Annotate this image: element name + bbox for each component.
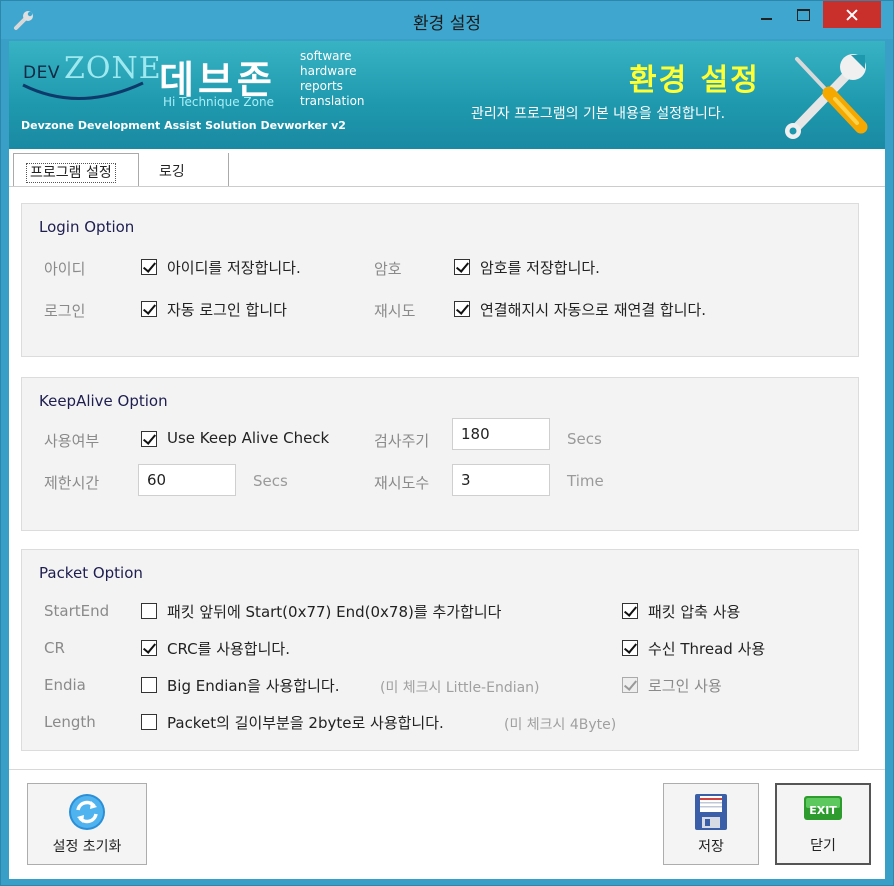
use-label: 사용여부 [44, 432, 100, 450]
floppy-disk-icon [695, 794, 727, 830]
save-password-label[interactable]: 암호를 저장합니다. [480, 257, 600, 278]
autologin-label: 로그인 [44, 302, 86, 320]
tab-divider [9, 186, 885, 187]
interval-label: 검사주기 [374, 432, 430, 450]
divider [9, 769, 885, 770]
login-use-checkbox [622, 677, 638, 693]
brand-footer: Devzone Development Assist Solution Devw… [21, 119, 346, 132]
cr-label: CR [44, 639, 65, 657]
save-password-checkbox[interactable] [454, 259, 470, 275]
group-title: Packet Option [39, 564, 143, 582]
reset-label: 설정 초기화 [52, 839, 122, 855]
tools-icon [785, 54, 868, 139]
auto-login-label[interactable]: 자동 로그인 합니다 [167, 299, 287, 320]
limit-label: 제한시간 [44, 474, 100, 492]
retry-count-input[interactable]: 3 [452, 464, 550, 496]
startend-check-label[interactable]: 패킷 앞뒤에 Start(0x77) End(0x78)를 추가합니다 [167, 601, 501, 622]
startend-label: StartEnd [44, 602, 110, 620]
receive-thread-label[interactable]: 수신 Thread 사용 [648, 638, 765, 659]
retry-label: 재시도 [374, 302, 416, 320]
close-window-button[interactable] [823, 1, 881, 28]
logo-dev: DEV [23, 63, 60, 83]
crc-label[interactable]: CRC를 사용합니다. [167, 638, 290, 659]
id-label: 아이디 [44, 260, 86, 278]
login-option-group: Login Option 아이디 아이디를 저장합니다. 암호 암호를 저장합니… [21, 203, 859, 357]
save-id-checkbox[interactable] [141, 259, 157, 275]
banner-description: 관리자 프로그램의 기본 내용을 설정합니다. [471, 106, 726, 122]
client-area: 프로그램 설정 로깅 Login Option 아이디 아이디를 저장합니다. … [9, 149, 885, 769]
auto-reconnect-label[interactable]: 연결해지시 자동으로 재연결 합니다. [480, 299, 706, 320]
save-label: 저장 [698, 839, 724, 855]
tab-label: 로깅 [159, 164, 185, 180]
timeout-input[interactable]: 60 [138, 464, 236, 496]
title-bar[interactable]: 환경 설정 [1, 1, 893, 39]
timeout-unit: Secs [253, 472, 288, 490]
exit-icon: EXIT [804, 796, 842, 820]
brand-word: software [300, 49, 352, 63]
minimize-button[interactable] [749, 1, 785, 28]
brand-words: software hardware reports translation [300, 49, 365, 109]
big-endian-checkbox[interactable] [141, 677, 157, 693]
save-button[interactable]: 저장 [663, 783, 759, 865]
brand-word: reports [300, 79, 343, 93]
close-label: 닫기 [810, 838, 836, 854]
length-label: Length [44, 713, 96, 731]
group-title: KeepAlive Option [39, 392, 168, 410]
group-title: Login Option [39, 218, 135, 236]
brand-subtitle: Hi Technique Zone [163, 95, 274, 109]
endian-hint: (미 체크시 Little-Endian) [380, 680, 540, 696]
tab-logging[interactable]: 로깅 [141, 153, 229, 187]
big-endian-label[interactable]: Big Endian을 사용합니다. [167, 675, 339, 696]
exit-icon-text: EXIT [809, 804, 837, 817]
save-id-label[interactable]: 아이디를 저장합니다. [167, 257, 301, 278]
retry-count-unit: Time [567, 472, 604, 490]
packet-compress-label[interactable]: 패킷 압축 사용 [648, 601, 740, 622]
maximize-button[interactable] [785, 1, 821, 28]
packet-compress-checkbox[interactable] [622, 603, 638, 619]
keep-alive-label[interactable]: Use Keep Alive Check [167, 429, 329, 447]
reset-settings-button[interactable]: 설정 초기화 [27, 783, 147, 865]
keep-alive-checkbox[interactable] [141, 431, 157, 447]
settings-window: 환경 설정 DEV ZONE 데브존 Hi Technique Zone sof… [0, 0, 894, 886]
button-bar: 설정 초기화 저장 EXIT 닫기 [9, 769, 885, 879]
header-banner: DEV ZONE 데브존 Hi Technique Zone software … [9, 41, 885, 149]
length-2byte-checkbox[interactable] [141, 714, 157, 730]
close-button[interactable]: EXIT 닫기 [775, 783, 871, 865]
auto-login-checkbox[interactable] [141, 301, 157, 317]
tab-strip: 프로그램 설정 로깅 [9, 149, 885, 187]
retry-count-label: 재시도수 [374, 474, 430, 492]
packet-option-group: Packet Option StartEnd 패킷 앞뒤에 Start(0x77… [21, 549, 859, 751]
length-2byte-label[interactable]: Packet의 길이부분을 2byte로 사용합니다. [167, 712, 444, 733]
auto-reconnect-checkbox[interactable] [454, 301, 470, 317]
keepalive-option-group: KeepAlive Option 사용여부 Use Keep Alive Che… [21, 377, 859, 531]
interval-unit: Secs [567, 430, 602, 448]
brand-word: translation [300, 94, 365, 108]
logo-zone: ZONE [64, 51, 162, 86]
receive-thread-checkbox[interactable] [622, 640, 638, 656]
length-hint: (미 체크시 4Byte) [504, 717, 617, 733]
brand-word: hardware [300, 64, 357, 78]
banner-title: 환경 설정 [629, 63, 760, 98]
endian-label: Endia [44, 676, 86, 694]
password-label: 암호 [374, 260, 402, 278]
tab-label: 프로그램 설정 [26, 163, 116, 183]
tab-program-settings[interactable]: 프로그램 설정 [13, 153, 139, 187]
login-use-label: 로그인 사용 [648, 677, 722, 695]
startend-checkbox[interactable] [141, 603, 157, 619]
interval-input[interactable]: 180 [452, 418, 550, 450]
refresh-icon [69, 794, 105, 830]
crc-checkbox[interactable] [141, 640, 157, 656]
